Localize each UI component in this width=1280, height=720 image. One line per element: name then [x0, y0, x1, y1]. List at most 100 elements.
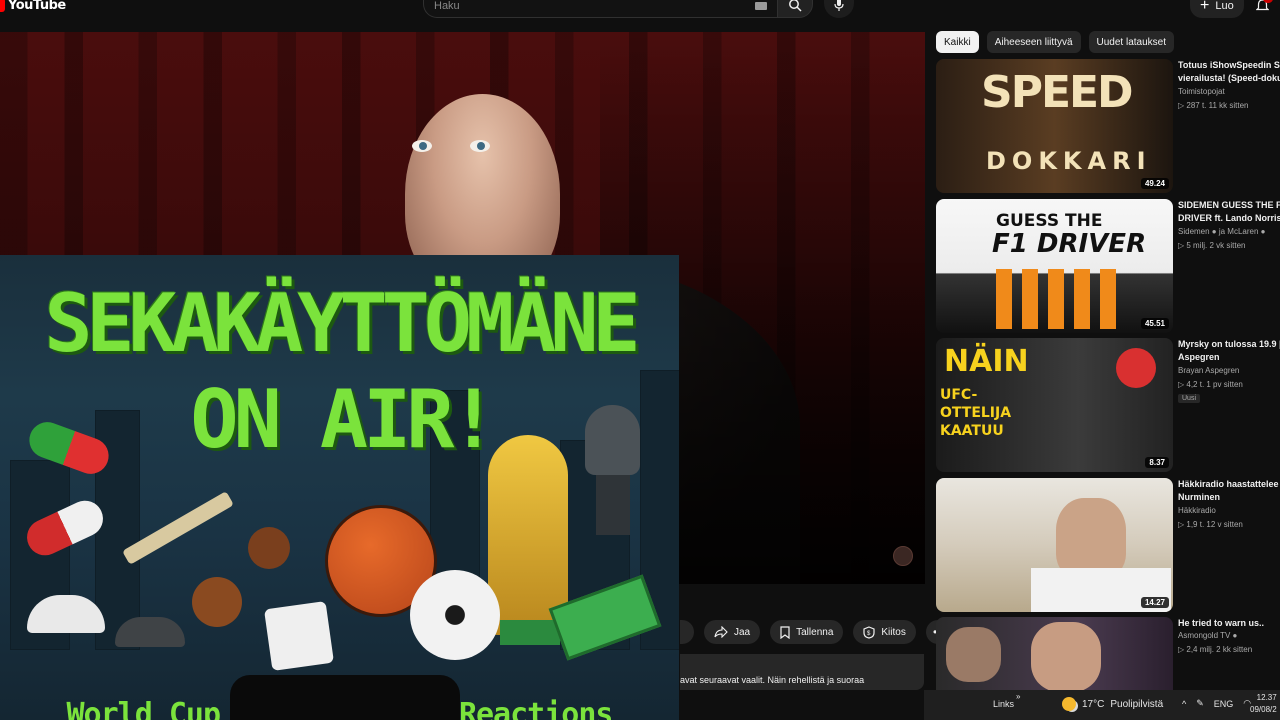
- video-person-eye: [470, 140, 490, 152]
- taskbar-clock[interactable]: 12.37 09/08/2: [1250, 692, 1277, 716]
- overlay-thumbnail-art: SEKAKÄYTTÖMÄNE ON AIR! World Cup R React…: [0, 255, 679, 720]
- video-person-eye: [412, 140, 432, 152]
- save-button[interactable]: Tallenna: [770, 620, 844, 644]
- search-button[interactable]: [777, 0, 813, 18]
- youtube-play-icon: [0, 0, 5, 12]
- video-title[interactable]: Myrsky on tulossa 19.9 | Aspegren: [1178, 338, 1280, 364]
- thumbnail-text: F1 DRIVER: [992, 229, 1147, 259]
- recommended-video[interactable]: 14.27 Häkkiradio haastattelee Nurminen H…: [936, 478, 1280, 612]
- puck-icon: [115, 617, 185, 647]
- recommended-video[interactable]: NÄIN UFC-OTTELIJA KAATUU 8.37 Myrsky on …: [936, 338, 1280, 472]
- search-icon: [789, 0, 802, 12]
- top-bar: YouTube Haku + Luo 2: [0, 0, 1280, 22]
- bookmark-icon: [780, 625, 790, 639]
- youtube-watch-page: YouTube Haku + Luo 2: [0, 0, 1280, 720]
- keyboard-icon[interactable]: [755, 2, 767, 10]
- driver-figures: [996, 269, 1116, 329]
- clock-time: 12.37: [1256, 693, 1277, 702]
- thanks-label: Kiitos: [881, 626, 906, 638]
- microphone-art: [585, 405, 640, 475]
- video-title-line: Totuus iShowSpeedin Su: [1178, 60, 1280, 70]
- channel-name[interactable]: Sidemen ● ja McLaren ●: [1178, 227, 1265, 236]
- like-dislike-button-edge[interactable]: [680, 620, 694, 644]
- youtube-logo[interactable]: YouTube: [0, 0, 66, 14]
- taskbar-links[interactable]: Links: [993, 699, 1014, 709]
- overlay-bottom-right: Reactions: [458, 697, 614, 720]
- video-meta: ▷ 2,4 milj. 2 kk sitten: [1178, 645, 1253, 654]
- guest-image: [1031, 622, 1101, 692]
- video-actions: Jaa Tallenna $ Kiitos •••: [680, 620, 950, 644]
- channel-name[interactable]: Brayan Aspegren: [1178, 366, 1239, 375]
- video-duration: 49.24: [1140, 178, 1169, 189]
- chip-all[interactable]: Kaikki: [936, 31, 979, 53]
- boxing-glove-image: [1116, 348, 1156, 388]
- trophy-base: [500, 620, 560, 645]
- thumbnail-text: GUESS THE: [996, 211, 1103, 231]
- video-meta: ▷ 1,9 t. 12 v sitten: [1178, 520, 1243, 529]
- video-title-line: He tried to warn us..: [1178, 618, 1265, 628]
- channel-name[interactable]: Asmongold TV ●: [1178, 631, 1237, 640]
- create-label: Luo: [1215, 0, 1234, 12]
- overlay-occluder: [230, 675, 460, 720]
- pen-icon[interactable]: ✎: [1196, 698, 1204, 709]
- search-placeholder: Haku: [434, 0, 460, 12]
- create-button[interactable]: + Luo: [1190, 0, 1244, 18]
- overlay-bottom-left: World Cup R: [66, 697, 256, 720]
- microphone-handle: [596, 475, 630, 535]
- video-duration: 8.37: [1145, 457, 1169, 468]
- recommended-video[interactable]: SPEED DOKKARI 49.24 Totuus iShowSpeedin …: [936, 59, 1280, 193]
- weather-desc: Puolipilvistä: [1110, 698, 1164, 710]
- video-thumbnail[interactable]: 14.27: [936, 478, 1173, 612]
- channel-name[interactable]: Häkkiradio: [1178, 506, 1216, 515]
- overlay-title-line1: SEKAKÄYTTÖMÄNE: [44, 277, 640, 370]
- voice-search-button[interactable]: [824, 0, 854, 18]
- channel-watermark[interactable]: [893, 546, 913, 566]
- svg-text:$: $: [867, 631, 871, 637]
- search-input[interactable]: Haku: [423, 0, 777, 18]
- video-duration: 14.27: [1140, 597, 1169, 608]
- video-title-line: Aspegren: [1178, 352, 1220, 362]
- save-label: Tallenna: [796, 626, 834, 638]
- video-thumbnail[interactable]: SPEED DOKKARI 49.24: [936, 59, 1173, 193]
- video-thumbnail[interactable]: GUESS THE F1 DRIVER 45.51: [936, 199, 1173, 333]
- logo-text: YouTube: [8, 0, 66, 13]
- video-title-line: Myrsky on tulossa 19.9 |: [1178, 339, 1280, 349]
- description-snippet: avat seuraavat vaalit. Näin rehellistä j…: [680, 675, 865, 685]
- video-title[interactable]: Totuus iShowSpeedin Su vierailusta! (Spe…: [1178, 59, 1280, 85]
- cookie-icon: [248, 527, 290, 569]
- video-meta: ▷ 4,2 t. 1 pv sitten: [1178, 380, 1243, 389]
- thumbnail-text: NÄIN: [944, 344, 1029, 379]
- share-label: Jaa: [734, 626, 751, 638]
- video-duration: 45.51: [1140, 318, 1169, 329]
- chip-recent-uploads[interactable]: Uudet lataukset: [1088, 31, 1175, 53]
- recommended-video[interactable]: GUESS THE F1 DRIVER 45.51 SIDEMEN GUESS …: [936, 199, 1280, 333]
- taskbar-weather[interactable]: 17°C Puolipilvistä: [1062, 697, 1163, 711]
- share-button[interactable]: Jaa: [704, 620, 761, 644]
- system-tray: ^ ✎ ENG ◠: [1182, 698, 1251, 709]
- clock-date: 09/08/2: [1250, 705, 1277, 714]
- dice-icon: [263, 600, 335, 672]
- video-title[interactable]: SIDEMEN GUESS THE F1 DRIVER ft. Lando No…: [1178, 199, 1280, 225]
- video-title[interactable]: Häkkiradio haastattelee Nurminen: [1178, 478, 1280, 504]
- thumbnail-text: SPEED: [981, 67, 1134, 118]
- partly-cloudy-icon: [1062, 697, 1076, 711]
- channel-name[interactable]: Toimistopojat: [1178, 87, 1225, 96]
- weather-temp: 17°C: [1082, 698, 1105, 710]
- soccer-ball-icon: [410, 570, 500, 660]
- chevron-up-icon[interactable]: ^: [1182, 699, 1186, 709]
- thanks-button[interactable]: $ Kiitos: [853, 620, 916, 644]
- video-title-line: vierailusta! (Speed-doku: [1178, 73, 1280, 83]
- video-title-line: DRIVER ft. Lando Norris: [1178, 213, 1280, 223]
- video-title[interactable]: He tried to warn us..: [1178, 617, 1280, 630]
- video-meta: ▷ 287 t. 11 kk sitten: [1178, 101, 1249, 110]
- new-badge: Uusi: [1178, 394, 1201, 403]
- thumbnail-text: DOKKARI: [986, 147, 1152, 175]
- chip-related[interactable]: Aiheeseen liittyvä: [986, 31, 1081, 53]
- language-indicator[interactable]: ENG: [1214, 699, 1234, 709]
- notifications-button[interactable]: 2: [1253, 0, 1273, 14]
- links-chevron-icon[interactable]: »: [1016, 692, 1020, 701]
- video-thumbnail[interactable]: NÄIN UFC-OTTELIJA KAATUU 8.37: [936, 338, 1173, 472]
- description-box[interactable]: avat seuraavat vaalit. Näin rehellistä j…: [680, 654, 924, 690]
- video-title-line: Nurminen: [1178, 492, 1221, 502]
- microphone-icon: [834, 0, 844, 11]
